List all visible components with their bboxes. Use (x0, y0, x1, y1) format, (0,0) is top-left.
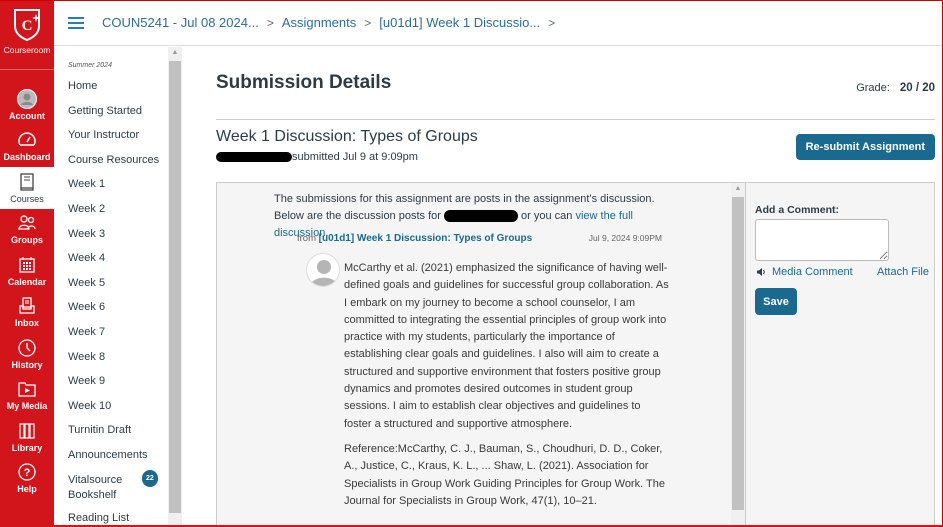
hamburger-menu-icon[interactable] (68, 16, 84, 29)
gnav-dashboard[interactable]: Dashboard (0, 126, 54, 168)
scrollbar-thumb[interactable] (169, 61, 181, 513)
breadcrumb: COUN5241 - Jul 08 2024... > Assignments … (102, 15, 563, 30)
global-navigation: C Courseroom Account Dashboard Courses G… (0, 0, 54, 527)
add-comment-label: Add a Comment: (755, 204, 839, 216)
gnav-help[interactable]: ? Help (0, 458, 54, 500)
term-label: Summer 2024 (68, 62, 112, 69)
course-nav-week-3[interactable]: Week 3 (68, 227, 170, 252)
course-nav-vitalsource[interactable]: Vitalsource Bookshelf 22 (68, 469, 158, 511)
post-paragraph: McCarthy et al. (2021) emphasized the si… (344, 262, 669, 430)
gnav-courses[interactable]: Courses (0, 167, 54, 209)
media-icon (18, 382, 36, 397)
breadcrumb-header: COUN5241 - Jul 08 2024... > Assignments … (54, 0, 943, 46)
gnav-groups[interactable]: Groups (0, 209, 54, 251)
course-nav-week-1[interactable]: Week 1 (68, 177, 170, 202)
grade-value: 20 / 20 (899, 82, 935, 94)
grade-display: Grade: 20 / 20 (856, 82, 935, 94)
course-navigation: Summer 2024 Home Getting Started Your In… (54, 47, 170, 527)
gnav-history[interactable]: History (0, 333, 54, 375)
course-nav-announcements[interactable]: Announcements (68, 448, 170, 473)
inbox-icon (19, 297, 35, 314)
post-date: Jul 9, 2024 9:09PM (588, 233, 662, 243)
post-reference: Reference:McCarthy, C. J., Bauman, S., C… (344, 442, 665, 507)
course-nav-week-8[interactable]: Week 8 (68, 350, 170, 375)
course-nav-course-resources[interactable]: Course Resources (68, 153, 170, 178)
courses-icon (20, 173, 34, 191)
redacted-student-name (443, 210, 518, 223)
dashboard-icon (18, 132, 36, 146)
course-nav-week-6[interactable]: Week 6 (68, 300, 170, 325)
course-nav-week-10[interactable]: Week 10 (68, 399, 170, 424)
course-nav-getting-started[interactable]: Getting Started (68, 104, 170, 129)
shield-logo-icon: C (14, 9, 40, 42)
gnav-my-media[interactable]: My Media (0, 375, 54, 417)
attach-file-link[interactable]: Attach File (877, 266, 929, 278)
submission-preview: The submissions for this assignment are … (216, 182, 746, 527)
assignment-title: Week 1 Discussion: Types of Groups (216, 128, 478, 145)
comment-input[interactable] (755, 219, 889, 261)
courseroom-logo[interactable]: C Courseroom (0, 0, 54, 70)
resubmit-assignment-button[interactable]: Re-submit Assignment (795, 134, 935, 160)
gnav-account[interactable]: Account (0, 84, 54, 126)
speaker-icon (757, 268, 765, 276)
course-nav-week-7[interactable]: Week 7 (68, 325, 170, 350)
save-comment-button[interactable]: Save (755, 288, 797, 315)
preview-scrollbar[interactable]: ▲ (731, 183, 745, 526)
submitted-timestamp: submitted Jul 9 at 9:09pm (292, 151, 418, 163)
svg-text:?: ? (24, 467, 31, 479)
divider (216, 119, 935, 120)
user-avatar-icon (310, 260, 338, 286)
page-title: Submission Details (216, 72, 392, 93)
gnav-inbox[interactable]: Inbox (0, 292, 54, 334)
course-nav-week-9[interactable]: Week 9 (68, 374, 170, 399)
avatar (306, 253, 340, 287)
groups-icon (18, 215, 36, 230)
account-icon (17, 88, 37, 109)
breadcrumb-assignments[interactable]: Assignments (282, 15, 356, 30)
scroll-up-arrow-icon[interactable]: ▲ (168, 49, 182, 56)
gnav-calendar[interactable]: Calendar (0, 250, 54, 292)
library-icon (19, 423, 35, 439)
course-nav-your-instructor[interactable]: Your Instructor (68, 128, 170, 153)
gnav-library[interactable]: Library (0, 416, 54, 458)
breadcrumb-assignment[interactable]: [u01d1] Week 1 Discussio... (379, 15, 540, 30)
breadcrumb-course[interactable]: COUN5241 - Jul 08 2024... (102, 15, 259, 30)
course-nav-week-2[interactable]: Week 2 (68, 202, 170, 227)
calendar-icon (19, 256, 35, 273)
chevron-right-icon: > (266, 15, 274, 30)
media-comment-button[interactable]: Media Comment (756, 266, 853, 278)
logo-label: Courseroom (3, 45, 51, 55)
course-nav-week-4[interactable]: Week 4 (68, 251, 170, 276)
course-nav-turnitin-draft[interactable]: Turnitin Draft (68, 423, 170, 448)
course-nav-week-5[interactable]: Week 5 (68, 276, 170, 301)
submission-info: submitted Jul 9 at 9:09pm (216, 151, 418, 163)
comment-panel: Add a Comment: Media Comment Attach File… (746, 182, 935, 527)
scroll-up-arrow-icon[interactable]: ▲ (731, 185, 745, 192)
discussion-topic-link[interactable]: [u01d1] Week 1 Discussion: Types of Grou… (319, 233, 533, 244)
help-icon: ? (18, 463, 36, 481)
grade-label: Grade: (856, 82, 890, 94)
announcements-count-badge: 22 (142, 469, 158, 487)
course-nav-scrollbar[interactable]: ▲ (168, 47, 182, 527)
chevron-right-icon: > (548, 15, 556, 30)
history-icon (18, 339, 36, 357)
discussion-post-body: McCarthy et al. (2021) emphasized the si… (344, 260, 669, 518)
chevron-right-icon: > (364, 15, 372, 30)
svg-text:C: C (22, 18, 33, 34)
redacted-student-name (216, 152, 292, 162)
course-nav-home[interactable]: Home (68, 79, 170, 104)
scrollbar-thumb[interactable] (732, 197, 744, 510)
post-source: from [u01d1] Week 1 Discussion: Types of… (297, 233, 662, 244)
